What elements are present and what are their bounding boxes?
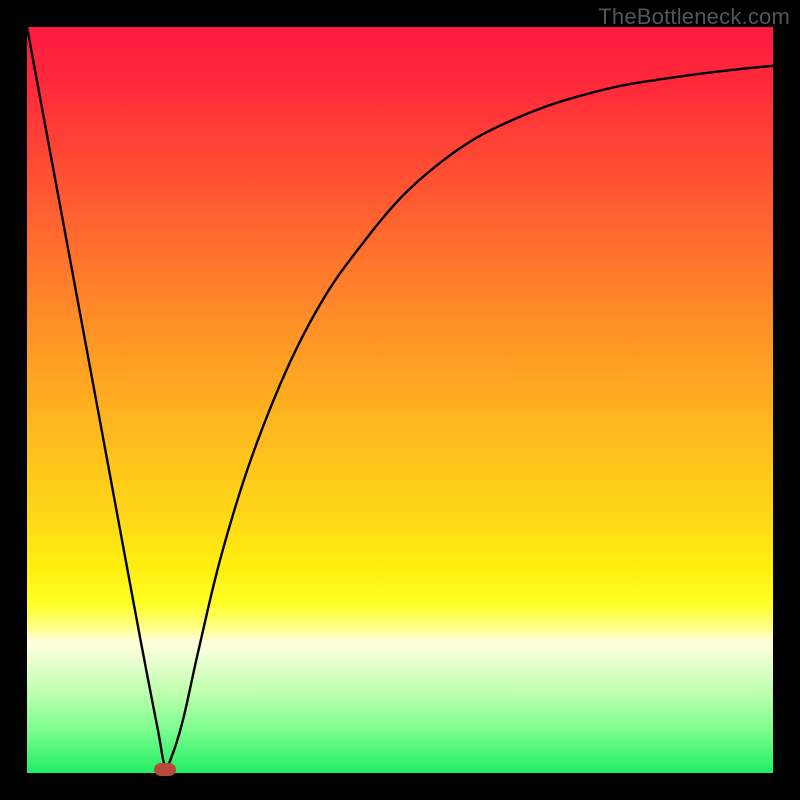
optimum-marker [154,763,176,776]
plot-area [27,27,773,773]
chart-frame: TheBottleneck.com [0,0,800,800]
bottleneck-curve [27,27,773,773]
source-attribution: TheBottleneck.com [598,4,790,30]
